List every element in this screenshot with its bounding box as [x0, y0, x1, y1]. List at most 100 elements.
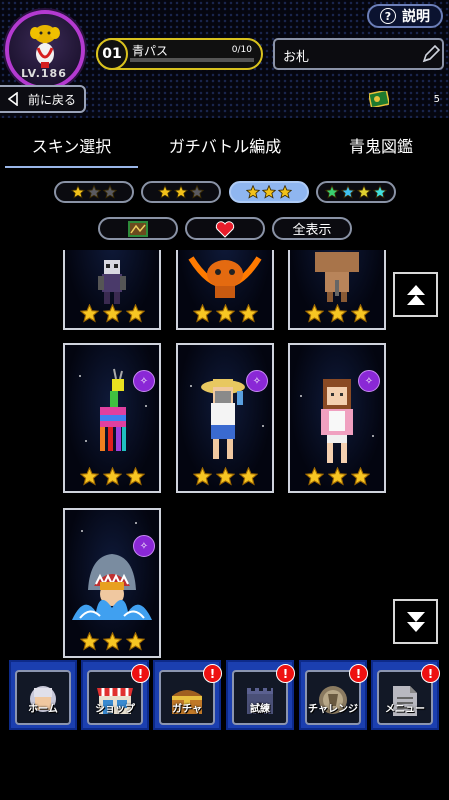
brown-beast-sprite: [315, 252, 359, 302]
star-filter-1-button[interactable]: [54, 181, 134, 203]
skin-grid: ✧ ✧ ✧ ✧: [0, 250, 390, 660]
pass-label: 青パス: [132, 44, 169, 58]
star-icon: [304, 467, 324, 486]
rarity-stars: [290, 467, 384, 486]
map-filter-button[interactable]: [98, 217, 178, 240]
favorite-filter-button[interactable]: [185, 217, 265, 240]
star-icon: [125, 632, 145, 651]
summer-boy-sprite: [201, 379, 245, 459]
show-all-filter-button[interactable]: 全表示: [272, 217, 352, 240]
star-icon: [190, 185, 204, 199]
nav-menu[interactable]: メニュー !: [371, 660, 440, 730]
rainbow-deer-skin-card[interactable]: ✧: [63, 343, 161, 493]
star-icon: [192, 467, 212, 486]
active-tab-indicator: [5, 166, 138, 168]
fire-monster-sprite: [188, 256, 262, 298]
scroll-down-button[interactable]: [393, 599, 438, 644]
new-sparkle-badge: ✧: [133, 535, 155, 557]
star-icon: [102, 304, 122, 323]
star-icon: [71, 185, 85, 199]
shark-skin-card[interactable]: ✧: [63, 508, 161, 658]
alert-badge: !: [203, 664, 222, 683]
star-icon: [79, 467, 99, 486]
star-filter-3-button[interactable]: [229, 181, 309, 203]
star-icon: [350, 467, 370, 486]
alert-badge: !: [276, 664, 295, 683]
nav-shop[interactable]: ショップ !: [81, 660, 150, 730]
star-icon: [79, 304, 99, 323]
star-icon: [238, 467, 258, 486]
nav-label: ガチャ: [172, 704, 202, 715]
star-icon: [158, 185, 172, 199]
star-icon: [278, 185, 292, 199]
character-skin-card[interactable]: [63, 250, 161, 330]
star-icon: [102, 632, 122, 651]
star-icon: [327, 467, 347, 486]
star-icon: [373, 185, 387, 199]
double-up-arrow-icon: [406, 284, 425, 295]
back-arrow-icon: [8, 92, 18, 106]
summer-boy-skin-card[interactable]: ✧: [176, 343, 274, 493]
star-icon: [238, 304, 258, 323]
nav-label: メニュー: [385, 704, 425, 715]
star-icon: [327, 304, 347, 323]
tab-skin-select[interactable]: スキン選択: [5, 134, 138, 168]
star-filter-2-button[interactable]: [141, 181, 221, 203]
star-icon: [246, 185, 260, 199]
nav-gacha[interactable]: ガチャ !: [153, 660, 222, 730]
back-label: 前に戻る: [28, 92, 77, 107]
pass-progress-track: [130, 58, 254, 62]
scroll-up-button[interactable]: [393, 272, 438, 317]
new-sparkle-badge: ✧: [133, 370, 155, 392]
new-sparkle-badge: ✧: [246, 370, 268, 392]
star-icon: [325, 185, 339, 199]
rarity-stars: [65, 304, 159, 323]
character-skin-card[interactable]: [176, 250, 274, 330]
star-icon: [192, 304, 212, 323]
back-button[interactable]: 前に戻る: [0, 85, 86, 113]
star-icon: [215, 304, 235, 323]
nav-label: ショップ: [95, 704, 135, 715]
map-icon: [128, 220, 148, 237]
question-circle-icon: ?: [380, 8, 396, 24]
heart-icon: [215, 220, 235, 238]
nav-label: 試練: [250, 704, 270, 715]
nav-trial[interactable]: 試練 !: [226, 660, 295, 730]
star-icon: [125, 467, 145, 486]
tab-label: スキン選択: [31, 137, 112, 156]
pink-jacket-girl-sprite: [321, 379, 353, 463]
star-icon: [103, 185, 117, 199]
show-all-label: 全表示: [292, 223, 332, 238]
character-skin-card[interactable]: [288, 250, 386, 330]
tab-label: ガチバトル編成: [168, 137, 282, 156]
shark-sprite: [72, 554, 152, 620]
dark-armor-sprite: [98, 260, 126, 304]
help-label: 説明: [402, 9, 430, 25]
nav-challenge[interactable]: チャレンジ !: [299, 660, 368, 730]
star-icon: [262, 185, 276, 199]
star-icon: [102, 467, 122, 486]
ticket-count: 5: [433, 94, 440, 105]
star-icon: [304, 304, 324, 323]
nav-home[interactable]: ホーム: [9, 660, 77, 730]
pencil-edit-icon[interactable]: [420, 43, 442, 65]
help-button[interactable]: ? 説明: [367, 4, 443, 28]
ticket-icon: [369, 91, 389, 107]
star-icon: [125, 304, 145, 323]
alert-badge: !: [349, 664, 368, 683]
star-icon: [215, 467, 235, 486]
rainbow-deer-sprite: [100, 368, 126, 451]
alert-badge: !: [131, 664, 150, 683]
pink-jacket-girl-skin-card[interactable]: ✧: [288, 343, 386, 493]
star-icon: [341, 185, 355, 199]
star-icon: [357, 185, 371, 199]
nav-label: チャレンジ: [308, 704, 358, 715]
tab-gachi-battle-formation[interactable]: ガチバトル編成: [150, 134, 300, 168]
pass-level-number: 01: [96, 38, 128, 70]
new-sparkle-badge: ✧: [358, 370, 380, 392]
rarity-stars: [178, 304, 272, 323]
star-filter-4-button[interactable]: [316, 181, 396, 203]
tab-aooni-encyclopedia[interactable]: 青鬼図鑑: [318, 134, 444, 168]
alert-badge: !: [421, 664, 440, 683]
rarity-stars: [65, 632, 159, 651]
